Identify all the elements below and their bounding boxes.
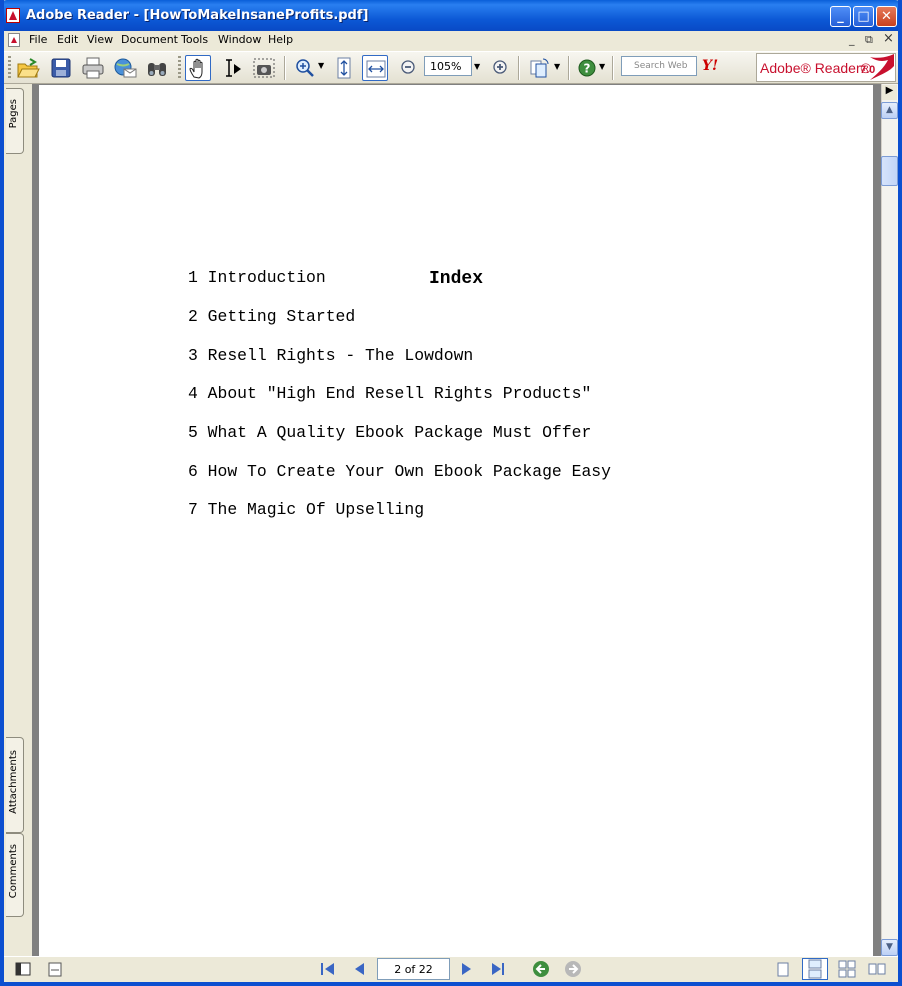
toc-entry: 7 The Magic Of Upselling — [188, 500, 425, 519]
page-number-input[interactable]: 2 of 22 — [377, 958, 450, 980]
open-icon[interactable] — [15, 55, 41, 81]
minimize-button[interactable]: _ — [830, 6, 851, 27]
zoom-level-input[interactable]: 105% — [424, 56, 472, 76]
continuous-facing-layout-icon[interactable] — [837, 960, 857, 978]
previous-page-button[interactable] — [350, 960, 370, 978]
menu-help[interactable]: Help — [268, 33, 293, 46]
help-icon[interactable]: ? — [575, 55, 601, 81]
yahoo-search-icon[interactable]: Y! — [702, 58, 718, 74]
actual-size-icon[interactable] — [331, 55, 357, 81]
save-icon[interactable] — [48, 55, 74, 81]
status-bar — [4, 956, 898, 983]
tab-attachments-label: Attachments — [8, 750, 19, 814]
zoom-in-icon[interactable] — [487, 55, 513, 81]
toolbar-separator — [518, 56, 520, 80]
toolbar-grip[interactable] — [8, 56, 11, 80]
toc-entry: 3 Resell Rights - The Lowdown — [188, 346, 474, 365]
last-page-button[interactable] — [488, 960, 508, 978]
pdf-document-icon[interactable] — [8, 33, 20, 47]
rotate-dropdown-arrow-icon[interactable]: ▼ — [554, 62, 560, 71]
toolbar-grip[interactable] — [178, 56, 181, 80]
scrollbar-thumb[interactable] — [881, 156, 898, 186]
tab-pages-label: Pages — [8, 99, 19, 129]
rotate-view-icon[interactable] — [527, 55, 553, 81]
toc-entry: 4 About "High End Resell Rights Products… — [188, 384, 592, 403]
go-back-icon[interactable] — [531, 960, 551, 978]
options-arrow-icon[interactable]: ▶ — [882, 85, 897, 100]
close-button[interactable]: ✕ — [876, 6, 897, 27]
page-title: Index — [428, 269, 483, 289]
doc-restore-button[interactable]: ⧉ — [865, 33, 873, 47]
menu-document[interactable]: Document — [121, 33, 178, 46]
toolbar-separator — [612, 56, 614, 80]
zoom-out-icon[interactable] — [395, 55, 421, 81]
pdf-page[interactable]: Index 1 Introduction 2 Getting Started 3… — [39, 85, 873, 956]
toc-entry: 1 Introduction — [188, 268, 326, 287]
adobe-logo-swoosh-icon — [870, 54, 894, 80]
print-icon[interactable] — [80, 55, 106, 81]
select-text-tool-icon[interactable] — [219, 55, 245, 81]
tab-comments-label: Comments — [8, 844, 19, 899]
next-page-button[interactable] — [456, 960, 476, 978]
scroll-up-button[interactable]: ▲ — [881, 102, 898, 119]
zoom-level-dropdown-arrow-icon[interactable]: ▼ — [474, 62, 480, 71]
menu-edit[interactable]: Edit — [57, 33, 78, 46]
show-navigation-pane-icon[interactable] — [13, 960, 33, 978]
find-binoculars-icon[interactable] — [144, 55, 170, 81]
maximize-button[interactable]: □ — [853, 6, 874, 27]
menu-window[interactable]: Window — [218, 33, 261, 46]
navigation-pane-splitter[interactable] — [25, 84, 33, 956]
search-web-input[interactable]: Search Web — [621, 56, 697, 76]
snapshot-camera-icon[interactable] — [251, 55, 277, 81]
scroll-down-button[interactable]: ▼ — [881, 939, 898, 956]
doc-close-button[interactable]: × — [883, 31, 894, 46]
toolbar-separator — [568, 56, 570, 80]
tab-attachments[interactable]: Attachments — [6, 737, 24, 833]
vertical-scrollbar[interactable] — [881, 84, 898, 956]
continuous-layout-icon[interactable] — [802, 958, 828, 980]
menu-tools[interactable]: Tools — [181, 33, 208, 46]
tab-comments[interactable]: Comments — [6, 833, 24, 917]
doc-minimize-button[interactable]: _ — [849, 33, 855, 46]
email-icon[interactable] — [112, 55, 138, 81]
adobe-reader-app-icon[interactable] — [6, 8, 20, 23]
zoom-tool-dropdown-arrow-icon[interactable]: ▼ — [318, 61, 324, 70]
tab-pages[interactable]: Pages — [6, 88, 24, 154]
zoom-in-tool-icon[interactable] — [292, 55, 318, 81]
hand-tool-icon[interactable] — [185, 55, 211, 81]
svg-text:?: ? — [584, 62, 591, 76]
toc-entry: 5 What A Quality Ebook Package Must Offe… — [188, 423, 592, 442]
single-page-layout-icon[interactable] — [773, 960, 793, 978]
toolbar-separator — [284, 56, 286, 80]
facing-layout-icon[interactable] — [867, 960, 887, 978]
window-title: Adobe Reader - [HowToMakeInsaneProfits.p… — [26, 8, 369, 23]
menu-view[interactable]: View — [87, 33, 113, 46]
help-dropdown-arrow-icon[interactable]: ▼ — [599, 62, 605, 71]
fit-width-icon[interactable] — [362, 55, 388, 81]
menu-file[interactable]: File — [29, 33, 47, 46]
toc-entry: 2 Getting Started — [188, 307, 356, 326]
first-page-button[interactable] — [318, 960, 338, 978]
adobe-reader-brand-text: Adobe® Reader® — [760, 60, 871, 76]
go-forward-icon[interactable] — [563, 960, 583, 978]
page-size-icon[interactable] — [45, 960, 65, 978]
toc-entry: 6 How To Create Your Own Ebook Package E… — [188, 462, 611, 481]
